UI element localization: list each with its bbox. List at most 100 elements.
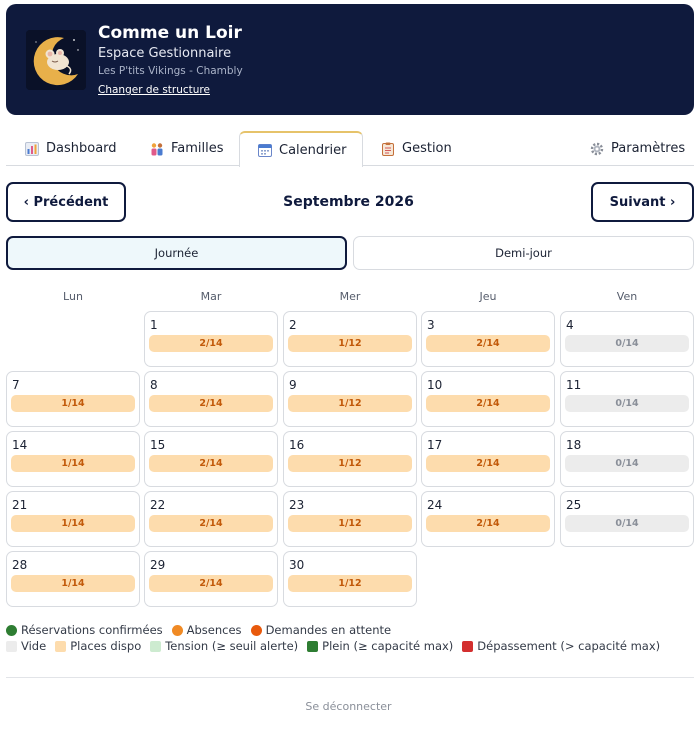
occupancy-badge: 2/14 [149, 515, 273, 532]
calendar-day[interactable]: 7 1/14 [6, 371, 140, 427]
legend-item: Places dispo [55, 639, 141, 653]
calendar-day[interactable]: 17 2/14 [421, 431, 555, 487]
mode-journee-button[interactable]: Journée [6, 236, 347, 270]
legend-label: Places dispo [70, 639, 142, 653]
occupancy-badge: 2/14 [426, 455, 550, 472]
legend-label: Réservations confirmées [21, 623, 163, 637]
calendar-day[interactable]: 30 1/12 [283, 551, 417, 607]
legend-label: Dépassement (> capacité max) [477, 639, 661, 653]
legend-item: Demandes en attente [250, 623, 391, 637]
calendar-day[interactable]: 28 1/14 [6, 551, 140, 607]
calendar-day[interactable]: 29 2/14 [144, 551, 278, 607]
mode-demi-jour-button[interactable]: Demi-jour [353, 236, 694, 270]
day-number: 25 [566, 498, 582, 512]
tab-calendrier[interactable]: Calendrier [239, 131, 364, 167]
legend-events: Réservations confirmées Absences Demandes … [6, 623, 400, 637]
legend-item: Plein (≥ capacité max) [307, 639, 453, 653]
calendar-day[interactable]: 24 2/14 [421, 491, 555, 547]
calendar-day[interactable]: 14 1/14 [6, 431, 140, 487]
occupancy-badge: 2/14 [149, 335, 273, 352]
day-number: 18 [566, 438, 582, 452]
occupancy-badge: 2/14 [426, 335, 550, 352]
day-number: 8 [150, 378, 158, 392]
weekday-mar: Mar [200, 290, 222, 303]
occupancy-badge: 2/14 [426, 515, 550, 532]
tab-parametres[interactable]: Paramètres [590, 131, 685, 166]
occupancy-badge: 1/12 [288, 455, 412, 472]
occupancy-badge: 2/14 [149, 455, 273, 472]
gear-icon [590, 142, 604, 155]
calendar-day[interactable]: 22 2/14 [144, 491, 278, 547]
day-number: 4 [566, 318, 574, 332]
calendar-day[interactable]: 23 1/12 [283, 491, 417, 547]
tab-dashboard[interactable]: Dashboard [25, 131, 117, 166]
legend-label: Tension (≥ seuil alerte) [165, 639, 299, 653]
tab-parametres-label: Paramètres [611, 141, 686, 156]
day-number: 17 [427, 438, 443, 452]
calendar-day[interactable]: 18 0/14 [560, 431, 694, 487]
family-icon [151, 142, 163, 155]
legend-label: Plein (≥ capacité max) [322, 639, 454, 653]
legend-swatch-icon [462, 640, 474, 652]
calendar-day[interactable]: 1 2/14 [144, 311, 278, 367]
calendar-day[interactable]: 21 1/14 [6, 491, 140, 547]
calendar-day[interactable]: 15 2/14 [144, 431, 278, 487]
day-number: 10 [427, 378, 443, 392]
day-number: 22 [150, 498, 166, 512]
legend-occupancy: Vide Places dispo Tension (≥ seuil alerte)… [6, 639, 669, 653]
calendar-day[interactable]: 9 1/12 [283, 371, 417, 427]
day-number: 11 [566, 378, 582, 392]
occupancy-badge: 1/14 [11, 515, 135, 532]
app-title: Comme un Loir [98, 23, 242, 43]
occupancy-badge: 1/12 [288, 395, 412, 412]
main-tabs: Dashboard Familles Calendrier Gestion Pa… [6, 131, 694, 167]
legend-label: Vide [21, 639, 47, 653]
legend-item: Tension (≥ seuil alerte) [150, 639, 298, 653]
day-number: 1 [150, 318, 158, 332]
tab-calendrier-label: Calendrier [279, 142, 347, 158]
occupancy-badge: 0/14 [565, 335, 689, 352]
logout-link[interactable]: Se déconnecter [0, 700, 697, 713]
occupancy-badge: 1/14 [11, 395, 135, 412]
legend-dot-icon [250, 624, 262, 636]
calendar-day[interactable]: 8 2/14 [144, 371, 278, 427]
calendar-day[interactable]: 4 0/14 [560, 311, 694, 367]
day-number: 16 [289, 438, 305, 452]
calendar-day[interactable]: 3 2/14 [421, 311, 555, 367]
change-structure-link[interactable]: Changer de structure [98, 84, 210, 96]
legend-item: Vide [6, 639, 46, 653]
calendar-day[interactable]: 25 0/14 [560, 491, 694, 547]
tab-gestion[interactable]: Gestion [381, 131, 452, 166]
weekday-mer: Mer [339, 290, 361, 303]
tab-familles[interactable]: Familles [150, 131, 224, 166]
legend-swatch-icon [6, 640, 17, 652]
day-number: 2 [289, 318, 297, 332]
occupancy-badge: 2/14 [426, 395, 550, 412]
calendar-day[interactable]: 16 1/12 [283, 431, 417, 487]
day-number: 9 [289, 378, 297, 392]
day-number: 21 [12, 498, 28, 512]
calendar-day[interactable]: 10 2/14 [421, 371, 555, 427]
tab-familles-label: Familles [171, 141, 224, 156]
next-month-button[interactable]: Suivant › [591, 182, 694, 222]
occupancy-badge: 0/14 [565, 515, 689, 532]
legend-swatch-icon [307, 640, 319, 652]
occupancy-badge: 1/12 [288, 575, 412, 592]
occupancy-badge: 1/12 [288, 515, 412, 532]
day-number: 24 [427, 498, 443, 512]
calendar-day[interactable]: 2 1/12 [283, 311, 417, 367]
day-number: 7 [12, 378, 20, 392]
app-header: Comme un Loir Espace Gestionnaire Les P'… [6, 4, 694, 115]
calendar-day[interactable]: 11 0/14 [560, 371, 694, 427]
day-number: 30 [289, 558, 305, 572]
weekday-lun: Lun [63, 290, 83, 303]
day-number: 3 [427, 318, 435, 332]
legend-item: Absences [171, 623, 242, 637]
occupancy-badge: 2/14 [149, 395, 273, 412]
occupancy-badge: 0/14 [565, 455, 689, 472]
day-number: 23 [289, 498, 305, 512]
calendar-icon [258, 144, 272, 157]
weekday-ven: Ven [616, 290, 638, 303]
app-logo [26, 30, 86, 90]
day-number: 28 [12, 558, 28, 572]
